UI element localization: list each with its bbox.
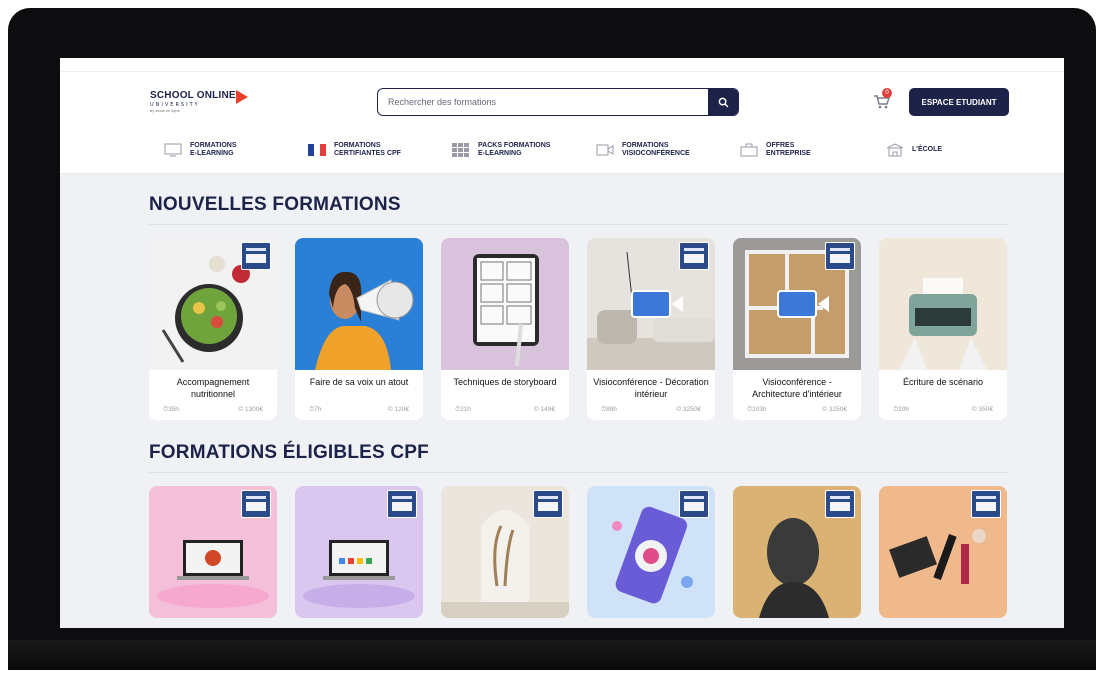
price-label: © 3250€ [822, 406, 847, 413]
price-label: © 120€ [387, 406, 409, 413]
search-bar [377, 88, 739, 116]
course-image-powerpoint [149, 486, 277, 618]
section-title-cpf: FORMATIONS ÉLIGIBLES CPF [149, 442, 429, 463]
nav-label: L'ÉCOLE [912, 146, 943, 153]
certified-badge-icon [533, 490, 563, 518]
certified-badge-icon [241, 490, 271, 518]
course-meta: ⏱7h © 120€ [295, 406, 423, 414]
search-input[interactable] [378, 89, 708, 115]
course-image-scenario [879, 238, 1007, 370]
course-meta: ⏱21h © 149€ [441, 406, 569, 414]
duration-label: ⏱88h [601, 406, 617, 413]
main-nav: FORMATIONS E-LEARNING FORMATIONS CERTIFI… [60, 132, 1064, 174]
course-title: Visioconférence - Architecture d'intérie… [752, 377, 842, 399]
browser-viewport: SCHOOL ONLINE UNIVERSITY by ecole en lig… [60, 58, 1064, 628]
video-icon [596, 142, 614, 158]
course-title: Accompagnement nutritionnel [176, 377, 250, 399]
video-camera-icon [777, 290, 829, 318]
nav-item-visio[interactable]: FORMATIONS VISIOCONFÉRENCE [596, 142, 712, 158]
nav-item-ecole[interactable]: L'ÉCOLE [886, 142, 1002, 158]
top-strip [60, 58, 1064, 72]
course-image-voice [295, 238, 423, 370]
course-image-makeup [879, 486, 1007, 618]
video-camera-icon [631, 290, 683, 318]
duration-label: ⏱35h [163, 406, 179, 413]
site-logo[interactable]: SCHOOL ONLINE UNIVERSITY by ecole en lig… [150, 90, 260, 118]
course-card[interactable]: Visioconférence - Décoration intérieur ⏱… [587, 238, 715, 420]
certified-badge-icon [241, 242, 271, 270]
course-image-workspace [295, 486, 423, 618]
new-courses-row: Accompagnement nutritionnel ⏱35h © 1300€… [149, 238, 1007, 420]
section-divider [149, 224, 1009, 225]
course-meta: ⏱103h © 3250€ [733, 406, 861, 414]
certified-badge-icon [387, 490, 417, 518]
course-card[interactable] [733, 486, 861, 618]
course-image-marketing [587, 486, 715, 618]
price-label: © 149€ [533, 406, 555, 413]
duration-label: ⏱21h [455, 406, 471, 413]
search-icon [718, 97, 728, 107]
laptop-base [8, 640, 1096, 670]
certified-badge-icon [679, 490, 709, 518]
course-title: Écriture de scénario [902, 377, 984, 387]
course-card[interactable] [441, 486, 569, 618]
logo-tagline: by ecole en ligne [150, 109, 180, 113]
nav-label: FORMATIONS E-LEARNING [190, 142, 237, 157]
certified-badge-icon [679, 242, 709, 270]
course-image-decoration [587, 238, 715, 370]
nav-item-elearning[interactable]: FORMATIONS E-LEARNING [164, 142, 280, 158]
price-label: © 3250€ [676, 406, 701, 413]
course-card[interactable] [587, 486, 715, 618]
course-card[interactable]: Écriture de scénario ⏱20h © 350€ [879, 238, 1007, 420]
course-card[interactable]: Visioconférence - Architecture d'intérie… [733, 238, 861, 420]
course-image-ai [733, 486, 861, 618]
nav-item-packs[interactable]: PACKS FORMATIONS E-LEARNING [452, 142, 568, 158]
search-button[interactable] [708, 89, 738, 115]
nav-label: FORMATIONS VISIOCONFÉRENCE [622, 142, 690, 157]
nav-label: PACKS FORMATIONS E-LEARNING [478, 142, 551, 157]
course-meta: ⏱35h © 1300€ [149, 406, 277, 414]
logo-arrow-icon [236, 90, 248, 104]
nav-label: OFFRES ENTREPRISE [766, 142, 811, 157]
certified-badge-icon [825, 242, 855, 270]
nav-label: FORMATIONS CERTIFIANTES CPF [334, 142, 401, 157]
nav-item-cpf[interactable]: FORMATIONS CERTIFIANTES CPF [308, 142, 424, 158]
duration-label: ⏱7h [309, 406, 322, 413]
duration-label: ⏱20h [893, 406, 909, 413]
grid-icon [452, 142, 470, 158]
course-meta: ⏱20h © 350€ [879, 406, 1007, 414]
course-card[interactable]: Faire de sa voix un atout ⏱7h © 120€ [295, 238, 423, 420]
section-title-new: NOUVELLES FORMATIONS [149, 194, 401, 215]
course-title: Faire de sa voix un atout [309, 377, 409, 387]
course-image-nutrition [149, 238, 277, 370]
section-divider [149, 472, 1009, 473]
price-label: © 350€ [971, 406, 993, 413]
cart-count-badge: 0 [882, 88, 892, 98]
course-card[interactable] [879, 486, 1007, 618]
nav-item-entreprise[interactable]: OFFRES ENTREPRISE [740, 142, 856, 158]
espace-etudiant-button[interactable]: ESPACE ETUDIANT [909, 88, 1009, 116]
certified-badge-icon [971, 490, 1001, 518]
cpf-courses-row [149, 486, 1007, 618]
course-image-storyboard [441, 238, 569, 370]
course-card[interactable]: Techniques de storyboard ⏱21h © 149€ [441, 238, 569, 420]
flag-france-icon [308, 142, 326, 158]
course-meta: ⏱88h © 3250€ [587, 406, 715, 414]
school-icon [886, 142, 904, 158]
site-header: SCHOOL ONLINE UNIVERSITY by ecole en lig… [60, 72, 1064, 132]
course-card[interactable] [149, 486, 277, 618]
briefcase-icon [740, 142, 758, 158]
duration-label: ⏱103h [747, 406, 767, 413]
course-title: Visioconférence - Décoration intérieur [593, 377, 709, 399]
course-image-interior [441, 486, 569, 618]
course-image-architecture [733, 238, 861, 370]
price-label: © 1300€ [238, 406, 263, 413]
course-card[interactable] [295, 486, 423, 618]
monitor-icon [164, 142, 182, 158]
course-card[interactable]: Accompagnement nutritionnel ⏱35h © 1300€ [149, 238, 277, 420]
certified-badge-icon [825, 490, 855, 518]
course-title: Techniques de storyboard [453, 377, 557, 387]
